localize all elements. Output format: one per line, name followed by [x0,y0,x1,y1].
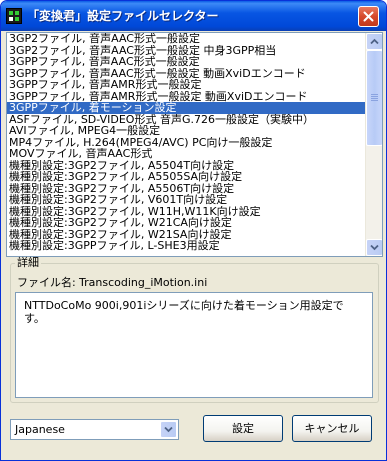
list-item[interactable]: 機種別設定:3GP2ファイル, W21SA向け設定 [7,229,366,241]
detail-legend: 詳細 [15,256,41,269]
window-title: 「変換君」設定ファイルセレクター [27,9,219,23]
cancel-button[interactable]: キャンセル [292,415,372,442]
close-button[interactable] [358,6,379,27]
close-icon [363,11,374,22]
scroll-down-arrow-icon [370,244,379,251]
description-textbox[interactable]: NTTDoCoMo 900i,901iシリーズに向けた着モーション用設定です。 [15,292,373,398]
list-item[interactable]: ASFファイル, SD-VIDEO形式 音声G.726一般設定（実験中） [7,114,366,126]
language-selected-value: Japanese [15,423,65,436]
scroll-up-button[interactable] [366,33,382,50]
settings-list-items: 3GP2ファイル, 音声AAC形式一般設定 3GP2ファイル, 音声AAC形式一般… [7,33,366,252]
vertical-scrollbar[interactable] [365,33,382,256]
scroll-up-arrow-icon [370,38,379,45]
filename-value: Transcoding_iMotion.ini [79,276,208,289]
list-item[interactable]: 機種別設定:3GP2ファイル, W11H,W11K向け設定 [7,206,366,218]
list-item[interactable]: 機種別設定:3GP2ファイル, A5506T向け設定 [7,183,366,195]
list-item[interactable]: 機種別設定:3GPPファイル, L-SHE3用設定 [7,240,366,252]
list-item[interactable]: 機種別設定:3GP2ファイル, A5505SA向け設定 [7,171,366,183]
app-icon[interactable] [6,8,22,24]
language-select[interactable]: Japanese [10,419,179,440]
selector-window: 「変換君」設定ファイルセレクター 3GP2ファイル, 音声AAC形式一般設定 3G… [0,0,387,461]
list-item[interactable]: 3GPPファイル, 音声AAC形式一般設定 動画XviDエンコード [7,68,366,80]
list-item[interactable]: 3GPPファイル, 音声AMR形式一般設定 動画XviDエンコード [7,91,366,103]
list-item[interactable]: AVIファイル, MPEG4一般設定 [7,125,366,137]
list-item-selected[interactable]: 3GPPファイル, 着モーション設定 [7,102,366,114]
list-item[interactable]: MOVファイル, 音声AAC形式 [7,148,366,160]
dropdown-arrow-icon [164,426,173,433]
scroll-down-button[interactable] [366,239,382,256]
list-item[interactable]: 3GP2ファイル, 音声AAC形式一般設定 [7,33,366,45]
list-item[interactable]: 3GPPファイル, 音声AAC形式一般設定 [7,56,366,68]
list-item[interactable]: 機種別設定:3GP2ファイル, A5504T向け設定 [7,160,366,172]
list-item[interactable]: 機種別設定:3GP2ファイル, W21CA向け設定 [7,217,366,229]
title-bar[interactable]: 「変換君」設定ファイルセレクター [1,1,386,31]
settings-listbox[interactable]: 3GP2ファイル, 音声AAC形式一般設定 3GP2ファイル, 音声AAC形式一般… [6,32,383,257]
list-item[interactable]: 3GP2ファイル, 音声AAC形式一般設定 中身3GPP相当 [7,45,366,57]
list-item[interactable]: MP4ファイル, H.264(MPEG4/AVC) PC向け一般設定 [7,137,366,149]
filename-label: ファイル名: [17,276,76,289]
scrollbar-thumb[interactable] [366,50,382,146]
language-dropdown-button[interactable] [160,421,177,438]
list-item[interactable]: 3GPPファイル, 音声AMR形式一般設定 [7,79,366,91]
ok-button[interactable]: 設定 [203,415,283,442]
list-item[interactable]: 機種別設定:3GP2ファイル, V601T向け設定 [7,194,366,206]
